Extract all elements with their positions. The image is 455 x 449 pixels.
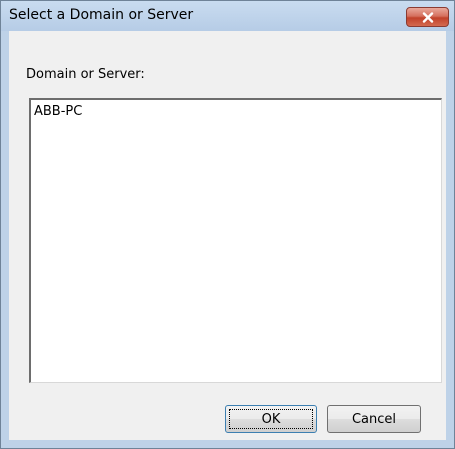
dialog-content: Domain or Server: ABB-PC OK Cancel: [9, 31, 446, 440]
focus-rectangle: [229, 409, 313, 429]
dialog-window: Select a Domain or Server Domain or Serv…: [0, 0, 455, 449]
domain-server-listbox[interactable]: ABB-PC: [29, 98, 442, 383]
close-button[interactable]: [406, 7, 449, 27]
close-icon: [422, 11, 434, 23]
cancel-button-label: Cancel: [351, 411, 397, 427]
window-title: Select a Domain or Server: [9, 7, 194, 23]
cancel-button[interactable]: Cancel: [327, 405, 421, 433]
list-item[interactable]: ABB-PC: [33, 104, 83, 119]
ok-button[interactable]: OK: [225, 405, 317, 433]
domain-or-server-label: Domain or Server:: [26, 67, 145, 82]
title-bar[interactable]: Select a Domain or Server: [1, 1, 454, 31]
